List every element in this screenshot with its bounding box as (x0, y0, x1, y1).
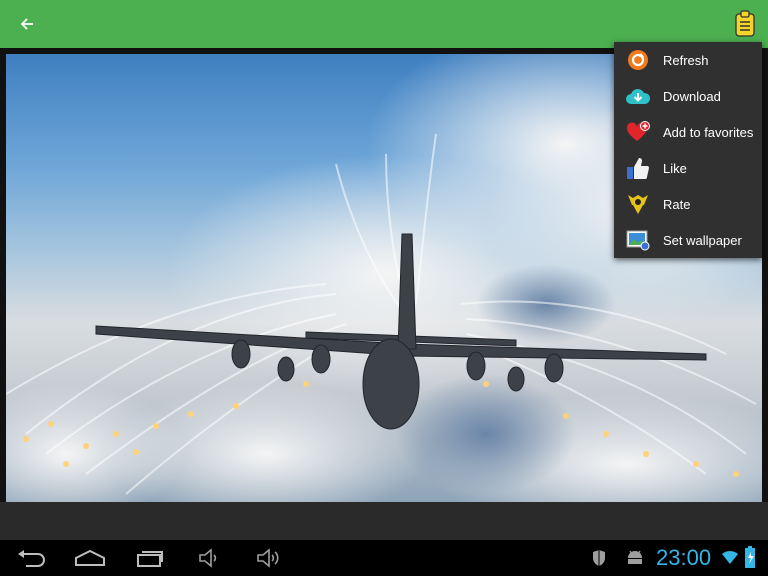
recent-apps-icon (137, 551, 163, 567)
menu-item-label: Add to favorites (663, 124, 754, 140)
menu-item-rate[interactable]: Rate (614, 186, 762, 222)
nav-back-button[interactable] (16, 546, 46, 570)
content-footer (0, 502, 768, 540)
volume-down-button[interactable] (198, 546, 222, 570)
clipboard-icon (735, 10, 755, 37)
menu-item-refresh[interactable]: Refresh (614, 42, 762, 78)
shield-icon (592, 549, 606, 572)
android-debug-icon (626, 549, 644, 570)
home-icon (75, 549, 105, 566)
back-icon (18, 550, 45, 567)
app-bar (0, 0, 768, 48)
heart-plus-icon (626, 120, 650, 144)
cloud-download-icon (626, 84, 650, 108)
battery-icon (744, 546, 756, 573)
nav-home-button[interactable] (74, 546, 106, 570)
menu-item-label: Rate (663, 196, 691, 212)
back-button[interactable] (14, 12, 40, 36)
menu-item-download[interactable]: Download (614, 78, 762, 114)
menu-item-like[interactable]: Like (614, 150, 762, 186)
refresh-icon (626, 48, 650, 72)
overflow-menu: Refresh Download Add to favorites Like R… (614, 42, 762, 258)
nav-recent-apps-button[interactable] (136, 546, 164, 570)
menu-item-label: Refresh (663, 52, 709, 68)
volume-up-icon (257, 548, 279, 568)
system-navigation-bar: 23:00 (0, 540, 768, 576)
wifi-icon (721, 549, 739, 570)
menu-item-add-to-favorites[interactable]: Add to favorites (614, 114, 762, 150)
thumbs-up-icon (626, 156, 650, 180)
volume-up-button[interactable] (256, 546, 282, 570)
status-clock: 23:00 (656, 545, 712, 570)
arrow-left-icon (20, 18, 33, 30)
wallpaper-icon (626, 228, 650, 252)
menu-item-label: Set wallpaper (663, 232, 742, 248)
volume-down-icon (199, 548, 217, 568)
clipboard-button[interactable] (734, 10, 756, 38)
menu-item-label: Like (663, 160, 687, 176)
menu-item-set-wallpaper[interactable]: Set wallpaper (614, 222, 762, 258)
menu-item-label: Download (663, 88, 721, 104)
rate-icon (626, 192, 650, 216)
